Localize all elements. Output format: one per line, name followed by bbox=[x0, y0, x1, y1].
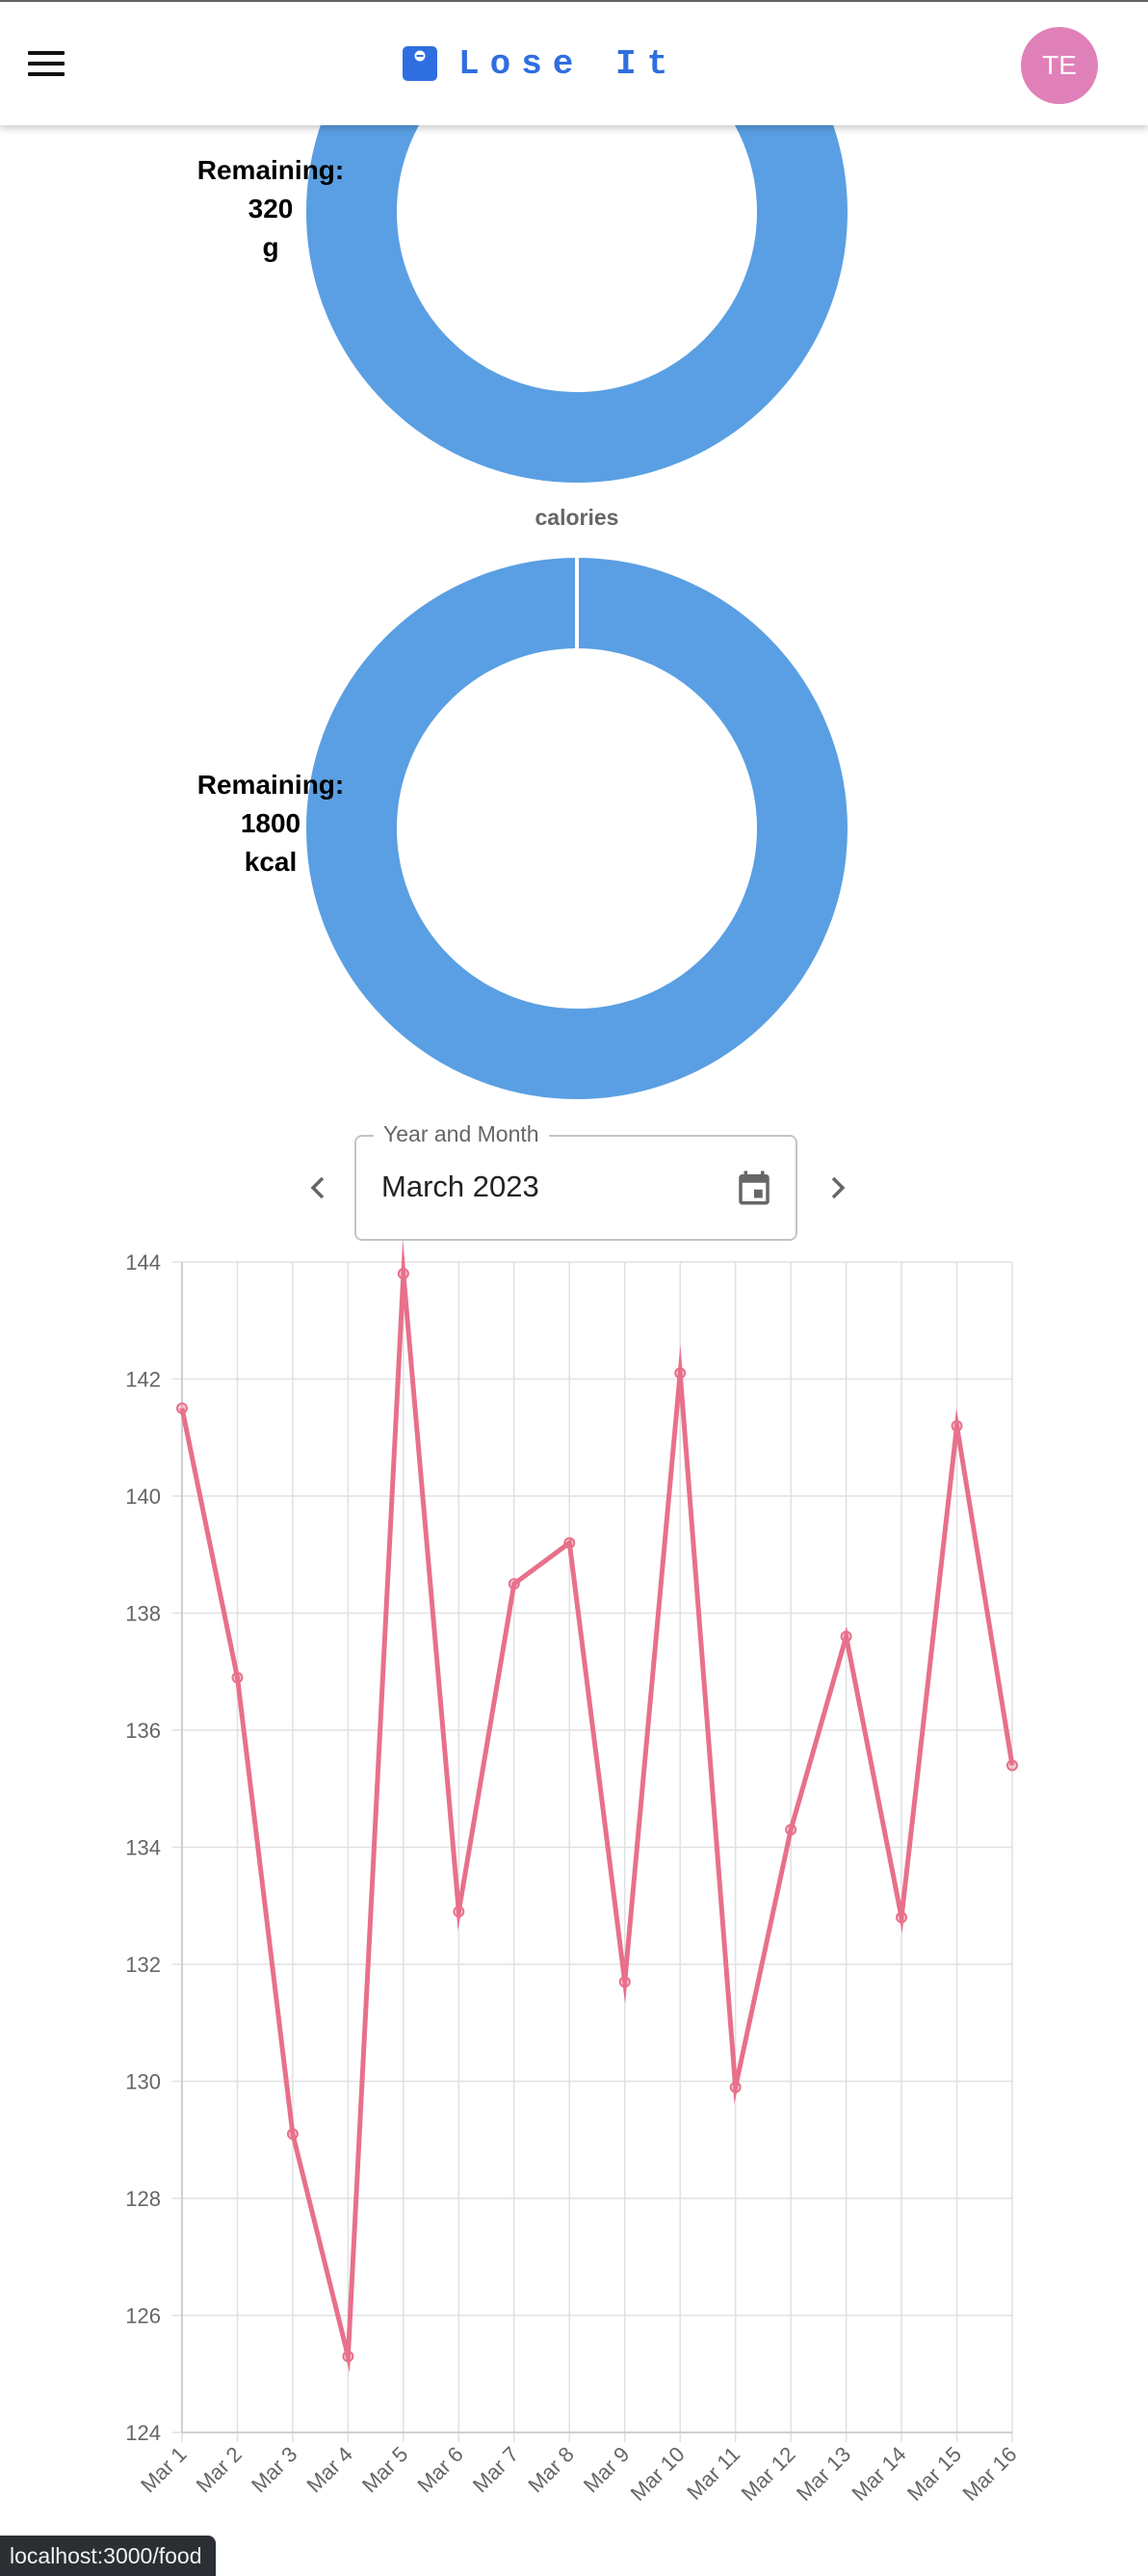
year-month-picker[interactable]: Year and Month March 2023 bbox=[354, 1121, 797, 1241]
calories-chart-title: calories bbox=[535, 505, 619, 530]
carbs-remaining-label: Remaining: bbox=[196, 155, 345, 185]
y-tick-label: 128 bbox=[125, 2187, 161, 2211]
x-tick-label: Mar 6 bbox=[412, 2442, 467, 2497]
data-point bbox=[840, 1630, 852, 1643]
x-tick-label: Mar 8 bbox=[523, 2442, 578, 2497]
user-avatar[interactable]: TE bbox=[1021, 27, 1098, 104]
data-point bbox=[342, 2351, 354, 2363]
data-point bbox=[785, 1824, 797, 1836]
y-tick-label: 140 bbox=[125, 1485, 161, 1509]
calories-remaining-value: 1800 bbox=[240, 808, 301, 838]
data-point bbox=[231, 1671, 244, 1684]
year-month-value[interactable]: March 2023 bbox=[381, 1170, 539, 1204]
x-tick-label: Mar 1 bbox=[136, 2442, 191, 2497]
weight-line-chart: 124126128130132134136138140142144Mar 1 Ma… bbox=[125, 1238, 1022, 2506]
x-tick-label: Mar 16 bbox=[957, 2442, 1021, 2506]
app-bar: Lose It TE bbox=[0, 0, 1148, 125]
brand-logo[interactable]: Lose It bbox=[403, 43, 679, 84]
x-tick-label: Mar 10 bbox=[626, 2442, 690, 2506]
calendar-icon[interactable] bbox=[734, 1168, 774, 1208]
data-point bbox=[618, 1976, 631, 1988]
y-tick-label: 124 bbox=[125, 2421, 161, 2445]
carbs-remaining-text: Remaining: 320 g bbox=[0, 151, 541, 267]
calories-remaining-label: Remaining: bbox=[196, 770, 345, 800]
data-point bbox=[397, 1268, 409, 1280]
hamburger-menu-icon[interactable] bbox=[21, 39, 71, 89]
chevron-right-icon[interactable] bbox=[819, 1168, 857, 1208]
status-bar-url: localhost:3000/food bbox=[0, 2536, 216, 2576]
y-tick-label: 142 bbox=[125, 1368, 161, 1392]
carbs-remaining-unit: g bbox=[262, 232, 279, 262]
data-point bbox=[951, 1420, 963, 1433]
y-tick-label: 138 bbox=[125, 1602, 161, 1626]
data-point bbox=[729, 2081, 742, 2093]
x-tick-label: Mar 15 bbox=[902, 2442, 966, 2506]
data-point bbox=[1006, 1759, 1018, 1772]
y-tick-label: 132 bbox=[125, 1953, 161, 1977]
brand-name: Lose It bbox=[458, 43, 679, 84]
x-tick-label: Mar 4 bbox=[301, 2442, 356, 2497]
x-tick-label: Mar 14 bbox=[847, 2442, 910, 2506]
y-tick-label: 126 bbox=[125, 2304, 161, 2328]
data-point bbox=[563, 1537, 576, 1549]
x-tick-label: Mar 2 bbox=[192, 2442, 247, 2497]
chevron-left-icon[interactable] bbox=[299, 1168, 337, 1208]
calories-remaining-text: Remaining: 1800 kcal bbox=[0, 766, 541, 881]
data-point bbox=[176, 1402, 188, 1414]
y-tick-label: 130 bbox=[125, 2070, 161, 2094]
y-tick-label: 136 bbox=[125, 1719, 161, 1743]
data-point bbox=[896, 1911, 908, 1924]
x-tick-label: Mar 13 bbox=[792, 2442, 855, 2506]
year-month-label: Year and Month bbox=[374, 1121, 549, 1147]
data-point bbox=[508, 1578, 520, 1590]
y-tick-label: 144 bbox=[125, 1250, 161, 1275]
calories-remaining-unit: kcal bbox=[244, 847, 298, 877]
data-point bbox=[286, 2128, 299, 2141]
x-tick-label: Mar 5 bbox=[357, 2442, 412, 2497]
data-point bbox=[674, 1367, 687, 1380]
scale-icon bbox=[403, 46, 437, 81]
weight-series-line bbox=[179, 1238, 1015, 2373]
x-tick-label: Mar 7 bbox=[468, 2442, 523, 2497]
carbs-remaining-value: 320 bbox=[248, 194, 294, 223]
x-tick-label: Mar 11 bbox=[682, 2442, 744, 2505]
x-tick-label: Mar 3 bbox=[247, 2442, 301, 2497]
x-tick-label: Mar 12 bbox=[737, 2442, 800, 2506]
data-point bbox=[453, 1906, 465, 1918]
y-tick-label: 134 bbox=[125, 1836, 161, 1860]
